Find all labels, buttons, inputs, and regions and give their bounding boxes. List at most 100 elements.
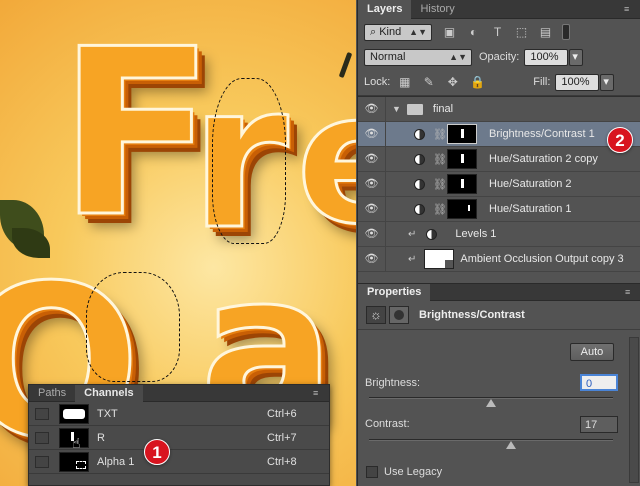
eye-icon[interactable]: 👁 <box>358 196 386 222</box>
layer-filter-row: ⌕ Kind ▲▼ ▣ ◐ T ⬚ ▤ <box>358 19 640 45</box>
contrast-label: Contrast: <box>365 418 410 430</box>
use-legacy-checkbox[interactable] <box>366 466 378 478</box>
auto-button[interactable]: Auto <box>570 343 614 361</box>
tab-channels[interactable]: Channels <box>75 385 143 402</box>
panel-menu-icon[interactable]: ≡ <box>625 288 637 297</box>
layer-group-final[interactable]: 👁 ▼ final <box>358 97 640 122</box>
tab-properties[interactable]: Properties <box>358 284 431 301</box>
contrast-input[interactable]: 17 <box>580 416 618 433</box>
layers-panel-tabs: Layers History ≡ <box>358 0 640 19</box>
clipping-arrow-icon: ↵ <box>408 228 417 240</box>
eye-icon[interactable]: 👁 <box>358 246 386 272</box>
lock-fill-row: Lock: ▦ ✎ ✥ 🔒 Fill: 100% ▾ <box>358 69 640 96</box>
blend-opacity-row: Normal ▲▼ Opacity: 100% ▾ <box>358 45 640 69</box>
lock-position-icon[interactable]: ✥ <box>446 75 459 89</box>
visibility-toggle[interactable] <box>35 455 49 468</box>
layer-mask-thumbnail[interactable] <box>447 199 477 219</box>
panel-menu-icon[interactable]: ≡ <box>624 5 636 14</box>
canvas-letter-r: r <box>189 41 291 274</box>
opacity-value: 100% <box>530 50 559 63</box>
opacity-input[interactable]: 100% <box>524 48 569 66</box>
filter-shape-icon[interactable]: ⬚ <box>515 25 528 39</box>
channel-shortcut: Ctrl+7 <box>267 431 297 444</box>
eye-icon[interactable]: 👁 <box>358 221 386 247</box>
visibility-toggle[interactable] <box>35 431 49 444</box>
channel-name: Alpha 1 <box>97 455 135 468</box>
filter-smart-object-icon[interactable]: ▤ <box>539 25 552 39</box>
lock-paint-icon[interactable]: ✎ <box>422 75 435 89</box>
layer-row[interactable]: 👁 ⛓ Brightness/Contrast 1 <box>358 121 640 147</box>
lock-transparency-icon[interactable]: ▦ <box>398 75 411 89</box>
layer-row[interactable]: 👁 ⛓ Hue/Saturation 1 <box>358 196 640 222</box>
lock-all-icon[interactable]: 🔒 <box>470 75 485 89</box>
tab-history[interactable]: History <box>411 0 463 19</box>
filter-pixel-icon[interactable]: ▣ <box>443 25 456 39</box>
properties-scrollbar[interactable] <box>629 337 639 483</box>
panel-menu-icon[interactable]: ≡ <box>313 389 325 398</box>
use-legacy-label: Use Legacy <box>384 466 443 478</box>
channel-name: R <box>97 431 105 444</box>
tab-paths[interactable]: Paths <box>29 385 75 402</box>
channel-thumbnail <box>59 451 89 472</box>
properties-panel: Properties ≡ ☼ Brightness/Contrast Auto … <box>358 283 640 486</box>
layer-mask-thumbnail[interactable] <box>447 124 477 144</box>
fill-slider-button[interactable]: ▾ <box>600 73 615 91</box>
layer-name: Hue/Saturation 2 copy <box>489 153 598 165</box>
filter-adjustment-icon[interactable]: ◐ <box>467 25 480 39</box>
adjustment-layer-icon <box>414 128 425 140</box>
eye-icon[interactable]: 👁 <box>358 171 386 197</box>
channel-thumbnail: ☝ <box>59 427 89 451</box>
layer-row[interactable]: 👁 ⛓ Hue/Saturation 2 copy <box>358 146 640 172</box>
channel-row-alpha1[interactable]: Alpha 1 Ctrl+8 <box>29 450 329 474</box>
tab-layers[interactable]: Layers <box>358 0 412 19</box>
hand-cursor-icon: ☝ <box>72 434 81 451</box>
channel-name: TXT <box>97 407 118 420</box>
right-panels: Layers History ≡ ⌕ Kind ▲▼ ▣ ◐ T ⬚ ▤ Nor… <box>357 0 640 486</box>
layer-name: Levels 1 <box>455 228 497 240</box>
properties-header: ☼ Brightness/Contrast <box>358 301 640 330</box>
layer-row[interactable]: 👁 ↵ Ambient Occlusion Output copy 3 <box>358 246 640 272</box>
smart-object-icon <box>445 260 454 268</box>
layer-name: Hue/Saturation 1 <box>489 203 572 215</box>
layer-row[interactable]: 👁 ⛓ Hue/Saturation 2 <box>358 171 640 197</box>
layer-filter-dropdown[interactable]: ⌕ Kind ▲▼ <box>364 23 432 41</box>
mask-icon[interactable] <box>389 306 409 324</box>
channels-panel: Paths Channels ≡ TXT Ctrl+6 ☝ R Ctrl+7 A… <box>28 384 330 486</box>
opacity-label: Opacity: <box>479 51 520 63</box>
brightness-slider-thumb[interactable] <box>486 399 496 407</box>
link-icon: ⛓ <box>433 178 447 191</box>
chevron-down-icon: ▲▼ <box>409 26 427 37</box>
eye-icon[interactable]: 👁 <box>358 121 386 147</box>
layer-filter-value: Kind <box>379 25 402 38</box>
channel-shortcut: Ctrl+8 <box>267 455 297 468</box>
adjustment-title: Brightness/Contrast <box>419 309 525 321</box>
brightness-input[interactable]: 0 <box>580 374 618 391</box>
filter-type-icon[interactable]: T <box>491 25 504 39</box>
layer-list: 👁 ▼ final 👁 ⛓ Brightness/Contrast 1 👁 ⛓ … <box>358 96 640 302</box>
layer-name: Brightness/Contrast 1 <box>489 128 595 140</box>
channels-panel-tabs: Paths Channels ≡ <box>29 385 329 402</box>
blend-mode-dropdown[interactable]: Normal ▲▼ <box>364 48 472 66</box>
filter-toggle-icon[interactable] <box>562 24 570 40</box>
layer-row[interactable]: 👁 ↵ Levels 1 <box>358 221 640 247</box>
channel-shortcut: Ctrl+6 <box>267 407 297 420</box>
channel-row-txt[interactable]: TXT Ctrl+6 <box>29 402 329 426</box>
opacity-slider-button[interactable]: ▾ <box>569 48 584 66</box>
properties-tab-bar: Properties ≡ <box>358 284 640 301</box>
contrast-slider-track[interactable] <box>369 439 613 441</box>
brightness-contrast-icon[interactable]: ☼ <box>366 306 386 324</box>
layer-mask-thumbnail[interactable] <box>447 149 477 169</box>
eye-icon[interactable]: 👁 <box>358 97 386 122</box>
brightness-label: Brightness: <box>365 377 421 389</box>
layer-mask-thumbnail[interactable] <box>447 174 477 194</box>
fill-input[interactable]: 100% <box>555 73 600 91</box>
channel-row-r[interactable]: ☝ R Ctrl+7 <box>29 426 329 450</box>
disclosure-triangle-icon[interactable]: ▼ <box>392 104 401 114</box>
layer-thumbnail[interactable] <box>424 249 455 269</box>
contrast-slider-thumb[interactable] <box>505 441 516 449</box>
eye-icon[interactable]: 👁 <box>358 146 386 172</box>
visibility-toggle[interactable] <box>35 407 49 420</box>
callout-badge-1: 1 <box>144 439 170 465</box>
chevron-down-icon: ▲▼ <box>449 51 467 62</box>
link-icon: ⛓ <box>433 203 447 216</box>
